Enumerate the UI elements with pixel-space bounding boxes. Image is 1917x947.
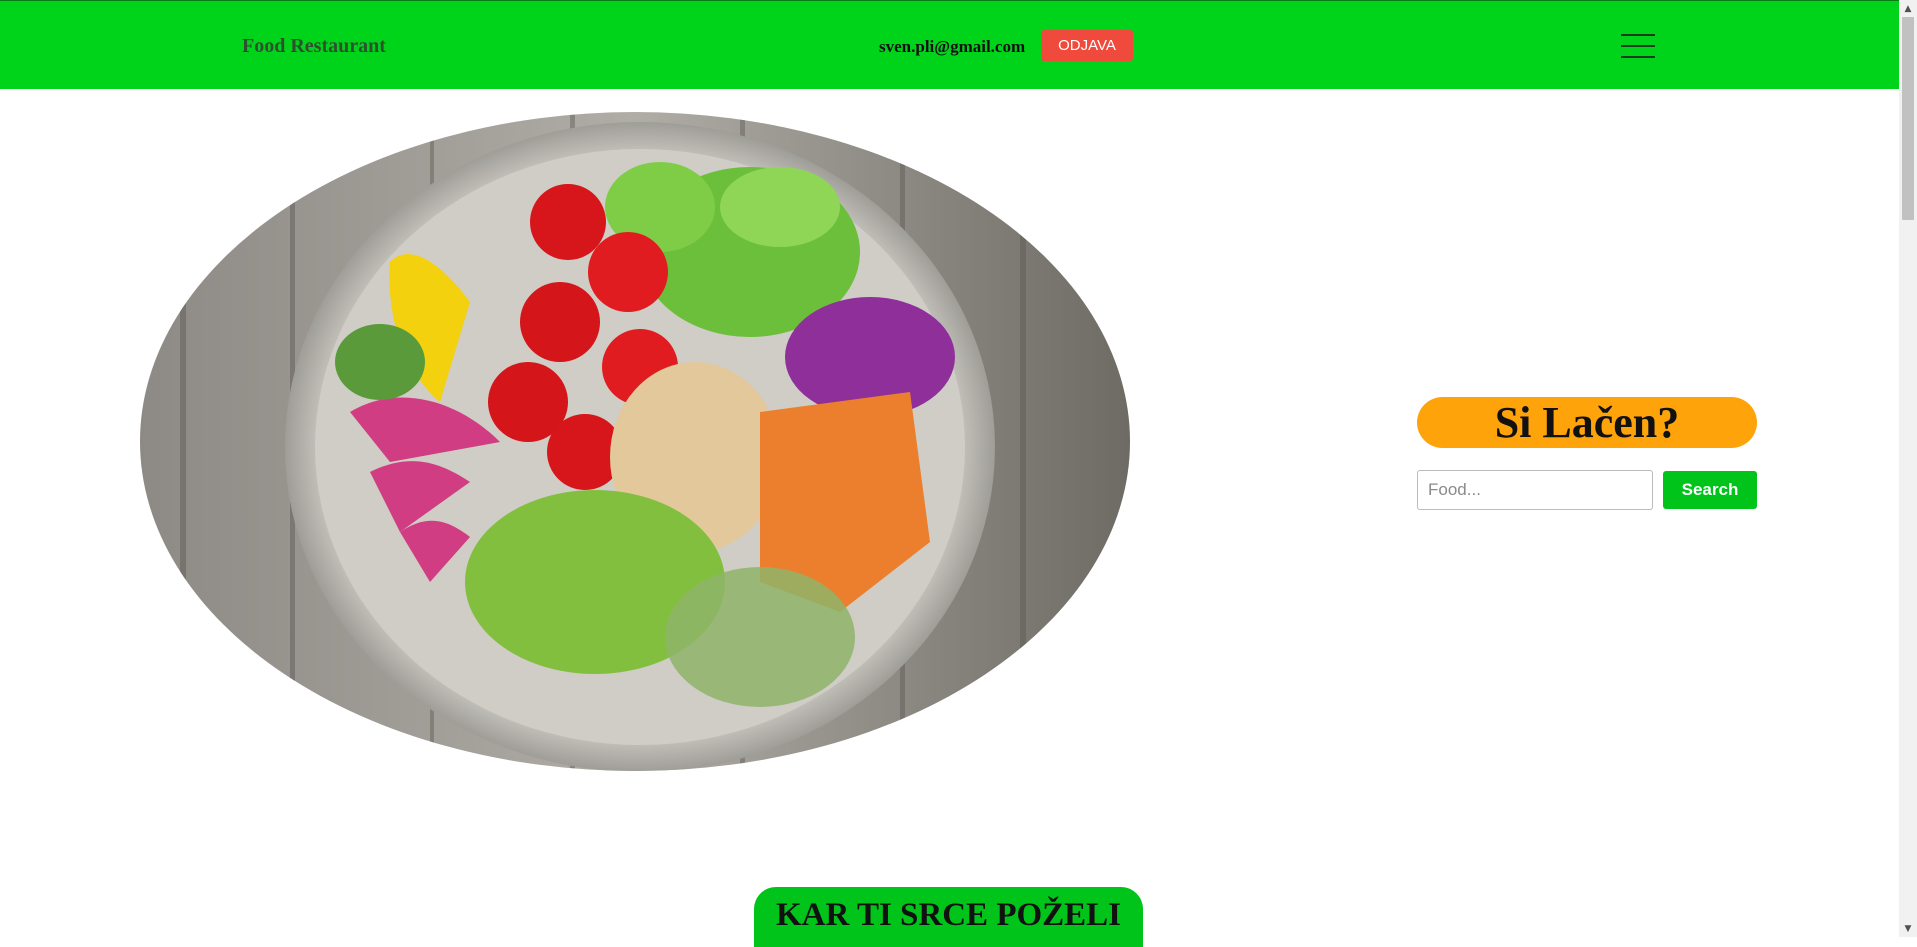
scroll-down-arrow-icon[interactable]: ▼ [1899,920,1917,937]
top-navbar: Food Restaurant sven.pli@gmail.com ODJAV… [0,0,1899,89]
scrollbar-thumb[interactable] [1902,17,1914,220]
scroll-up-arrow-icon[interactable]: ▲ [1899,0,1917,17]
hamburger-line [1621,56,1655,58]
brand-title[interactable]: Food Restaurant [242,35,386,58]
user-email: sven.pli@gmail.com [879,37,1026,56]
section-heading: KAR TI SRCE POŽELI [754,887,1143,947]
hero-food-image [140,112,1130,771]
food-search-input[interactable] [1417,470,1653,510]
hamburger-line [1621,34,1655,36]
page-scrollbar[interactable]: ▲ ▼ [1899,0,1917,937]
hungry-heading: Si Lačen? [1417,397,1757,448]
salad-bowl-illustration [140,112,1130,771]
search-button[interactable]: Search [1663,471,1757,509]
hamburger-line [1621,45,1655,47]
logout-button[interactable]: ODJAVA [1041,30,1133,61]
hamburger-menu-icon[interactable] [1621,34,1655,58]
